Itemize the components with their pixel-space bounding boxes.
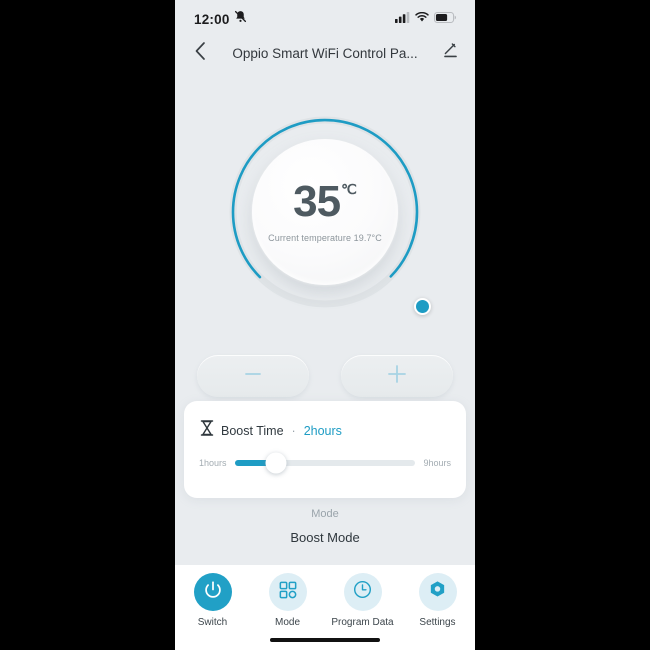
hourglass-icon [200,420,214,441]
nav-label-settings: Settings [419,617,456,628]
battery-icon [434,10,457,28]
dial-handle[interactable] [414,298,431,315]
boost-time-separator: · [291,423,296,438]
target-temperature: 35 ℃ [293,177,357,227]
status-bar-clock: 12:00 [194,11,230,27]
slider-max-label: 9hours [423,458,451,468]
boost-time-header: Boost Time · 2hours [184,401,466,441]
chevron-left-icon [194,41,207,66]
nav-item-switch[interactable]: Switch [180,573,246,628]
nav-label-switch: Switch [197,617,228,628]
nav-item-program-data[interactable]: Program Data [330,573,396,628]
boost-time-card: Boost Time · 2hours 1hours 9hours [184,401,466,498]
page-title: Oppio Smart WiFi Control Pa... [232,45,418,61]
temperature-stepper [175,355,475,397]
switch-icon-circle [193,573,232,611]
nav-item-mode[interactable]: Mode [255,573,321,628]
cellular-signal-icon [395,10,410,28]
clock-icon [353,580,372,604]
boost-time-slider-row: 1hours 9hours [184,441,466,474]
target-temperature-unit: ℃ [341,181,357,198]
mode-section: Mode Boost Mode [175,508,475,545]
program-data-icon-circle [343,573,382,611]
pencil-edit-icon [442,42,459,64]
thermostat-dial[interactable]: 35 ℃ Current temperature 19.7°C [225,112,431,315]
slider-min-label: 1hours [199,458,227,468]
mode-icon-circle [268,573,307,611]
nav-label-mode: Mode [274,617,300,628]
status-bar: 12:00 [175,0,475,38]
grid-squares-icon [279,581,297,604]
bottom-navigation: Switch Mode Program Data Settings [175,565,475,650]
home-indicator [270,638,380,642]
dial-inner-plate: 35 ℃ Current temperature 19.7°C [252,139,398,285]
minus-icon [243,364,263,389]
edit-button[interactable] [433,36,467,70]
boost-time-label: Boost Time [221,423,284,438]
boost-time-value: 2hours [303,423,342,438]
slider-thumb[interactable] [265,452,287,474]
nav-item-settings[interactable]: Settings [405,573,471,628]
status-bar-left: 12:00 [194,10,247,28]
status-bar-right [395,10,457,28]
mode-value: Boost Mode [290,530,360,545]
target-temperature-value: 35 [293,177,341,227]
boost-time-slider[interactable] [234,452,416,474]
power-icon [203,580,223,605]
app-header: Oppio Smart WiFi Control Pa... [175,35,475,71]
wifi-icon [415,10,429,28]
phone-screen: 12:00 Oppio Smart WiFi Control Pa... 35 … [175,0,475,650]
mode-caption: Mode [311,508,339,520]
back-button[interactable] [183,36,217,70]
current-temperature-label: Current temperature 19.7°C [268,232,382,243]
bell-muted-icon [234,10,247,28]
hexagon-gear-icon [428,580,447,604]
increase-temperature-button[interactable] [341,355,453,397]
nav-label-program-data: Program Data [331,617,394,628]
plus-icon [386,363,408,390]
settings-icon-circle [418,573,457,611]
decrease-temperature-button[interactable] [197,355,309,397]
